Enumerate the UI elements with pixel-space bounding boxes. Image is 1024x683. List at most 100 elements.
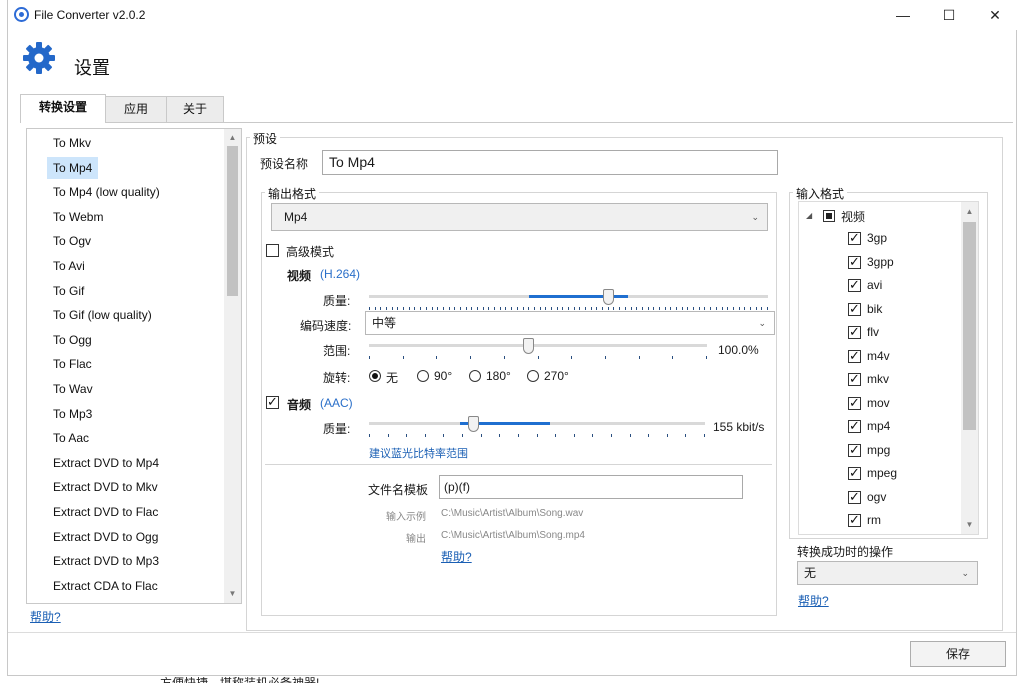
format-checkbox[interactable] bbox=[848, 230, 861, 246]
format-checkbox[interactable] bbox=[848, 489, 861, 505]
slider-tick bbox=[437, 307, 439, 310]
format-label: mpeg bbox=[867, 466, 898, 480]
format-checkbox[interactable] bbox=[848, 418, 861, 434]
tab-application[interactable]: 应用 bbox=[105, 96, 167, 122]
preset-list-item[interactable]: Extract DVD to Mp3 bbox=[47, 550, 165, 572]
tab-conversion-settings[interactable]: 转换设置 bbox=[20, 94, 106, 123]
on-complete-value: 无 bbox=[804, 566, 817, 580]
slider-tick bbox=[670, 307, 672, 310]
input-formats-help-link[interactable]: 帮助? bbox=[798, 592, 829, 609]
audio-quality-slider[interactable] bbox=[369, 416, 705, 441]
encoding-speed-select[interactable]: 中等 ⌄ bbox=[365, 311, 775, 335]
video-codec-label: (H.264) bbox=[320, 267, 361, 281]
format-checkbox[interactable] bbox=[848, 512, 861, 528]
format-checkbox[interactable] bbox=[848, 395, 861, 411]
save-button[interactable]: 保存 bbox=[910, 641, 1006, 667]
filename-help-link[interactable]: 帮助? bbox=[441, 548, 472, 565]
format-checkbox[interactable] bbox=[848, 301, 861, 317]
page-title: 设置 bbox=[74, 58, 110, 78]
scrollbar-thumb[interactable] bbox=[227, 146, 238, 296]
advanced-mode-checkbox[interactable] bbox=[266, 244, 279, 257]
advanced-mode-label: 高级模式 bbox=[286, 245, 335, 259]
filename-template-input[interactable]: (p)(f) bbox=[439, 475, 743, 499]
minimize-button[interactable]: — bbox=[880, 0, 926, 30]
preset-list-item[interactable]: To Mp4 (low quality) bbox=[47, 181, 166, 203]
preset-list-item[interactable]: To Ogg bbox=[47, 329, 98, 351]
slider-tick bbox=[443, 434, 445, 437]
slider-tick bbox=[386, 307, 388, 310]
scroll-down-icon[interactable]: ▼ bbox=[961, 518, 978, 532]
preset-list-item[interactable]: To Mkv bbox=[47, 132, 97, 154]
preset-list-item[interactable]: Extract DVD to Ogg bbox=[47, 526, 164, 548]
slider-tick bbox=[442, 307, 444, 310]
preset-list-item[interactable]: To Wav bbox=[47, 378, 99, 400]
video-category-checkbox[interactable] bbox=[823, 210, 835, 222]
title-bar[interactable]: File Converter v2.0.2 — ☐ ✕ bbox=[8, 0, 1018, 30]
preset-list-item[interactable]: To Flac bbox=[47, 353, 98, 375]
slider-tick bbox=[471, 307, 473, 310]
format-checkbox[interactable] bbox=[848, 465, 861, 481]
maximize-button[interactable]: ☐ bbox=[926, 0, 972, 30]
format-checkbox[interactable] bbox=[848, 254, 861, 270]
audio-checkbox[interactable] bbox=[266, 394, 279, 410]
scroll-up-icon[interactable]: ▲ bbox=[961, 205, 978, 219]
slider-tick bbox=[727, 307, 729, 310]
rotation-option-label: 90° bbox=[434, 369, 453, 383]
encoding-speed-value: 中等 bbox=[372, 316, 397, 330]
chevron-down-icon: ⌄ bbox=[961, 568, 969, 578]
slider-tick bbox=[568, 307, 569, 310]
scale-slider[interactable] bbox=[369, 338, 707, 363]
preset-list-scrollbar[interactable]: ▲ ▼ bbox=[224, 129, 241, 603]
input-example-label: 输入示例 bbox=[386, 512, 426, 523]
slider-tick bbox=[533, 307, 535, 310]
slider-thumb[interactable] bbox=[522, 338, 534, 354]
format-checkbox[interactable] bbox=[848, 442, 861, 458]
tab-about[interactable]: 关于 bbox=[166, 96, 224, 122]
preset-list-item[interactable]: To Ogv bbox=[47, 230, 97, 252]
slider-thumb[interactable] bbox=[603, 289, 615, 305]
tree-expand-icon[interactable]: ◢ bbox=[806, 211, 812, 220]
rotation-radio[interactable] bbox=[417, 370, 429, 382]
output-format-select[interactable]: Mp4 ⌄ bbox=[271, 203, 768, 231]
preset-list-item[interactable]: To Aac bbox=[47, 427, 95, 449]
format-label: 3gp bbox=[867, 231, 888, 245]
on-complete-select[interactable]: 无 ⌄ bbox=[797, 561, 978, 585]
input-formats-scrollbar[interactable]: ▲ ▼ bbox=[961, 202, 978, 534]
format-checkbox[interactable] bbox=[848, 348, 861, 364]
preset-list[interactable]: To Mkv To Mp4 To Mp4 (low quality) To Webm T… bbox=[26, 128, 242, 604]
format-label: flv bbox=[867, 325, 879, 339]
preset-list-item[interactable]: To Webm bbox=[47, 206, 109, 228]
close-button[interactable]: ✕ bbox=[972, 0, 1018, 30]
bitrate-hint-link[interactable]: 建议蓝光比特率范围 bbox=[369, 445, 468, 461]
input-formats-tree[interactable]: ◢ 视频 3gp 3gpp avi bik flv m4v mkv mov mp4 mpg mpeg… bbox=[798, 201, 979, 535]
slider-tick bbox=[536, 434, 538, 437]
slider-thumb[interactable] bbox=[468, 416, 480, 432]
preset-list-item[interactable]: To Mp4 bbox=[47, 156, 99, 179]
scrollbar-thumb[interactable] bbox=[963, 222, 976, 430]
preset-name-input[interactable]: To Mp4 bbox=[322, 150, 778, 175]
format-checkbox[interactable] bbox=[848, 324, 861, 340]
preset-list-item[interactable]: Extract DVD to Mkv bbox=[47, 476, 164, 498]
slider-tick bbox=[607, 307, 609, 310]
rotation-label: 旋转: bbox=[323, 371, 351, 385]
background-page-text: 方便快捷，堪称装机必备神器! bbox=[160, 677, 319, 683]
preset-list-item[interactable]: To Mp3 bbox=[47, 403, 98, 425]
rotation-radio[interactable] bbox=[469, 370, 481, 382]
preset-list-item[interactable]: Extract CDA to Flac bbox=[47, 575, 164, 597]
preset-help-link[interactable]: 帮助? bbox=[30, 608, 61, 625]
format-checkbox[interactable] bbox=[848, 371, 861, 387]
rotation-radio[interactable] bbox=[527, 370, 539, 382]
preset-list-item[interactable]: To Gif (low quality) bbox=[47, 304, 158, 326]
rotation-option-label: 180° bbox=[486, 369, 511, 383]
scroll-up-icon[interactable]: ▲ bbox=[224, 131, 241, 145]
preset-list-item[interactable]: Extract DVD to Mp4 bbox=[47, 452, 165, 474]
rotation-radio[interactable] bbox=[369, 370, 381, 382]
audio-section-label: 音频 bbox=[287, 398, 312, 412]
preset-list-item[interactable]: To Gif bbox=[47, 280, 90, 302]
preset-list-item[interactable]: Extract DVD to Flac bbox=[47, 501, 164, 523]
format-checkbox[interactable] bbox=[848, 277, 861, 293]
scroll-down-icon[interactable]: ▼ bbox=[224, 587, 241, 601]
slider-track[interactable] bbox=[369, 344, 707, 347]
preset-list-item[interactable]: To Avi bbox=[47, 255, 91, 277]
format-label: mov bbox=[867, 395, 890, 410]
